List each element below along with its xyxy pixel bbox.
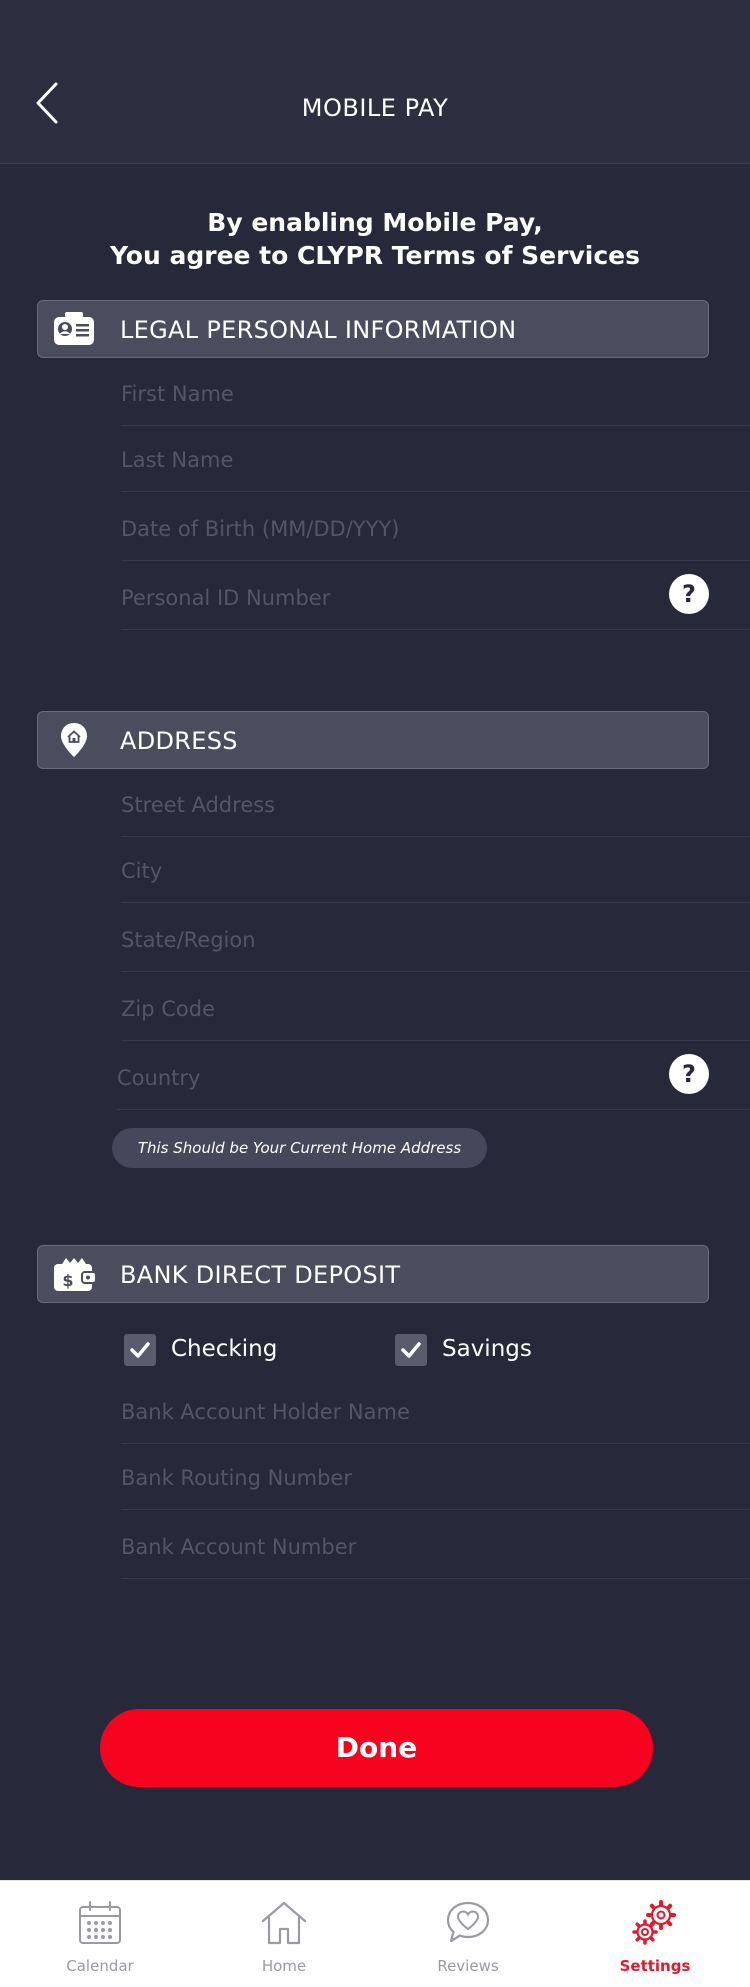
street-address-field — [121, 771, 750, 837]
account-number-field — [121, 1513, 750, 1579]
page-title: MOBILE PAY — [301, 94, 449, 122]
personal-id-input[interactable] — [121, 586, 681, 610]
svg-text:$: $ — [62, 1271, 73, 1290]
city-field — [121, 837, 750, 903]
tab-home[interactable]: Home — [214, 1881, 354, 1987]
calendar-icon — [79, 1901, 121, 1944]
reviews-icon — [446, 1901, 490, 1943]
consent-line-2: You agree to CLYPR Terms of Services — [109, 241, 640, 270]
savings-checkbox-box[interactable] — [395, 1334, 427, 1366]
id-card-icon — [54, 312, 94, 345]
account-number-input[interactable] — [121, 1535, 681, 1559]
tab-calendar[interactable]: Calendar — [30, 1881, 170, 1987]
tab-reviews-label: Reviews — [437, 1957, 499, 1975]
tab-calendar-label: Calendar — [66, 1957, 134, 1975]
consent-line-1: By enabling Mobile Pay, — [207, 208, 543, 237]
zip-code-field — [121, 975, 750, 1041]
home-icon — [261, 1901, 307, 1945]
first-name-input[interactable] — [121, 382, 681, 406]
terms-consent-text: By enabling Mobile Pay, You agree to CLY… — [0, 206, 750, 272]
last-name-field — [121, 426, 750, 492]
done-button[interactable]: Done — [100, 1709, 653, 1787]
city-input[interactable] — [121, 859, 681, 883]
state-region-input[interactable] — [121, 928, 681, 952]
checkmark-icon — [401, 1342, 421, 1358]
tab-reviews[interactable]: Reviews — [398, 1881, 538, 1987]
first-name-field — [121, 360, 750, 426]
country-help-icon[interactable]: ? — [668, 1053, 710, 1095]
tab-home-label: Home — [261, 1957, 307, 1975]
street-address-input[interactable] — [121, 793, 681, 817]
account-holder-field — [121, 1378, 750, 1444]
date-of-birth-field — [121, 495, 750, 561]
svg-text:?: ? — [682, 1060, 696, 1088]
address-section-header: ADDRESS — [37, 711, 709, 769]
app-header: MOBILE PAY — [0, 0, 750, 164]
date-of-birth-input[interactable] — [121, 517, 681, 541]
home-address-note: This Should be Your Current Home Address — [112, 1128, 487, 1168]
routing-number-input[interactable] — [121, 1466, 681, 1490]
personal-id-field — [121, 564, 750, 630]
routing-number-field — [121, 1444, 750, 1510]
checking-label: Checking — [171, 1336, 278, 1362]
checkmark-icon — [130, 1342, 150, 1358]
country-input[interactable] — [117, 1066, 677, 1090]
state-region-field — [121, 906, 750, 972]
svg-text:?: ? — [682, 580, 696, 608]
address-section-title: ADDRESS — [120, 727, 238, 755]
personal-info-section-header: LEGAL PERSONAL INFORMATION — [37, 300, 709, 358]
bottom-tab-bar: Calendar Home Reviews Settings — [0, 1880, 750, 1987]
savings-label: Savings — [442, 1336, 532, 1362]
bank-section-title: BANK DIRECT DEPOSIT — [120, 1261, 401, 1289]
wallet-money-icon: $ — [54, 1258, 96, 1291]
last-name-input[interactable] — [121, 448, 681, 472]
zip-code-input[interactable] — [121, 997, 681, 1021]
account-holder-input[interactable] — [121, 1400, 681, 1424]
checking-checkbox-box[interactable] — [124, 1334, 156, 1366]
country-field — [117, 1044, 750, 1110]
personal-id-help-icon[interactable]: ? — [668, 573, 710, 615]
home-location-pin-icon — [61, 723, 87, 757]
tab-settings[interactable]: Settings — [585, 1881, 725, 1987]
bank-section-header: $ BANK DIRECT DEPOSIT — [37, 1245, 709, 1303]
personal-info-section-title: LEGAL PERSONAL INFORMATION — [120, 316, 517, 344]
tab-settings-label: Settings — [619, 1957, 691, 1975]
settings-icon — [632, 1900, 676, 1945]
